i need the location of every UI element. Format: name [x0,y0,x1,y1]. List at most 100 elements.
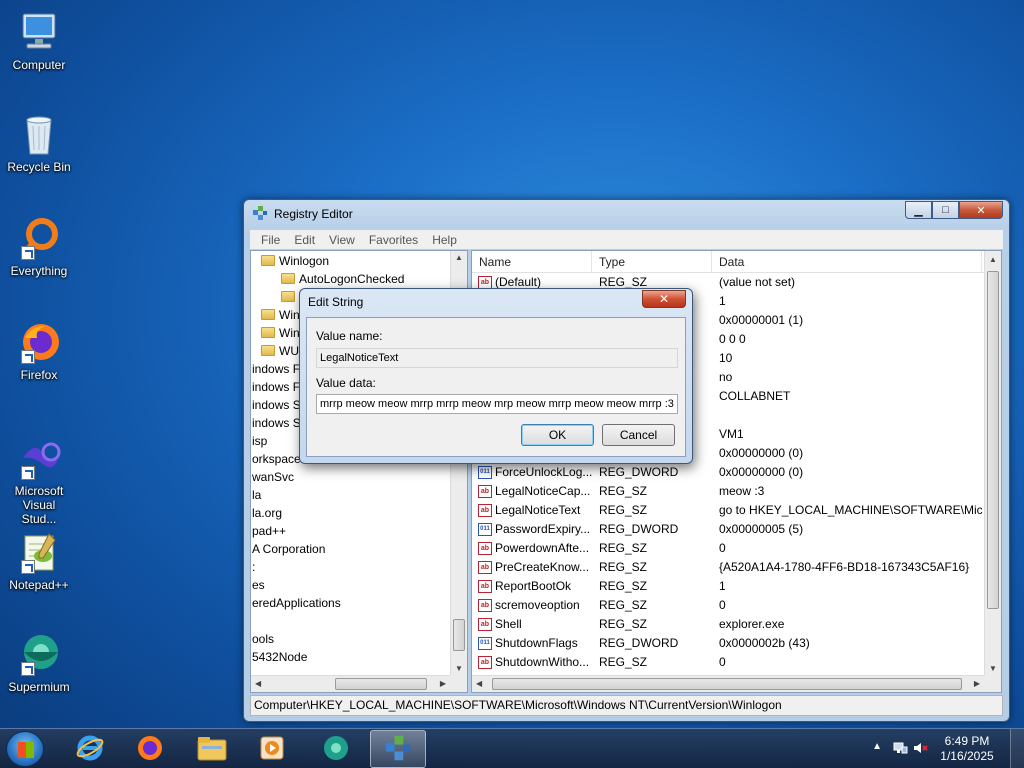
tree-hscroll-thumb[interactable] [335,678,427,690]
cancel-button[interactable]: Cancel [602,424,675,446]
scroll-down-icon[interactable]: ▼ [989,664,997,673]
taskbar: ▲ 6:49 PM 1/16/2025 [0,728,1024,768]
value-data: 0 [719,541,726,555]
tree-item[interactable]: wanSvc [251,468,450,486]
value-data [712,406,982,425]
close-button[interactable]: ✕ [959,201,1003,219]
minimize-button[interactable]: ▁ [905,201,932,219]
ok-button[interactable]: OK [521,424,594,446]
value-row[interactable]: ab PowerdownAfte... REG_SZ 0 [472,539,1001,558]
scroll-corner [984,675,1001,692]
values-scroll-thumb[interactable] [987,271,999,609]
start-button[interactable] [6,731,44,767]
show-desktop-button[interactable] [1010,729,1024,768]
value-row[interactable]: ab LegalNoticeText REG_SZ go to HKEY_LOCAL_… [472,501,1001,520]
column-header-data[interactable]: Data [712,251,982,272]
value-type: REG_SZ [599,598,648,612]
scroll-right-icon[interactable]: ▶ [440,679,446,688]
tree-item[interactable]: ools [251,630,450,648]
menu-favorites[interactable]: Favorites [362,233,425,247]
scroll-up-icon[interactable]: ▲ [455,253,463,262]
desktop-icon-label: Supermium [8,680,70,694]
tree-item-label: eredApplications [252,596,341,610]
column-header-name[interactable]: Name [472,251,592,272]
tree-item[interactable] [251,612,450,630]
menu-view[interactable]: View [322,233,362,247]
taskbar-media-player[interactable] [244,730,300,768]
taskbar-supermium[interactable] [308,730,364,768]
taskbar-internet-explorer[interactable] [62,730,118,768]
menu-bar: File Edit View Favorites Help [250,230,1003,249]
show-hidden-icons-icon[interactable]: ▲ [872,741,882,752]
taskbar-file-explorer[interactable] [184,730,240,768]
value-row[interactable]: ab ReportBootOk REG_SZ 1 [472,577,1001,596]
scroll-right-icon[interactable]: ▶ [974,679,980,688]
menu-edit[interactable]: Edit [287,233,322,247]
regedit-icon [384,734,412,765]
maximize-button[interactable]: □ [932,201,959,219]
value-data: no [719,370,733,384]
desktop-icon-visual-studio[interactable]: Microsoft Visual Stud... [4,434,74,526]
tree-item[interactable]: A Corporation [251,540,450,558]
desktop-icon-everything[interactable]: Everything [4,214,74,278]
column-header-type[interactable]: Type [592,251,712,272]
desktop-icon-recycle-bin[interactable]: Recycle Bin [4,110,74,174]
tree-item[interactable]: es [251,576,450,594]
title-bar[interactable]: Registry Editor [244,200,1009,228]
value-row[interactable]: ab PreCreateKnow... REG_SZ {A520A1A4-1780-4… [472,558,1001,577]
value-data: 0x00000005 (5) [719,522,804,536]
tree-item[interactable]: pad++ [251,522,450,540]
value-data-input[interactable]: mrrp meow meow mrrp mrrp meow mrp meow m… [316,394,678,414]
dialog-close-button[interactable]: ✕ [642,290,686,308]
values-hscroll-thumb[interactable] [492,678,962,690]
value-data: 0x00000001 (1) [719,313,804,327]
value-row[interactable]: ab LegalNoticeCap... REG_SZ meow :3 [472,482,1001,501]
value-row[interactable]: 011 ShutdownFlags REG_DWORD 0x0000002b (43) [472,634,1001,653]
value-data: 0x00000000 (0) [719,446,804,460]
firefox-icon [135,733,165,766]
scroll-down-icon[interactable]: ▼ [455,664,463,673]
values-horizontal-scrollbar[interactable]: ◀ ▶ [472,675,984,692]
tree-item[interactable]: eredApplications [251,594,450,612]
tree-item-label: indows S [252,398,301,412]
value-row[interactable]: ab scremoveoption REG_SZ 0 [472,596,1001,615]
taskbar-firefox[interactable] [122,730,178,768]
desktop-icon-firefox[interactable]: Firefox [4,318,74,382]
desktop-icon-notepadpp[interactable]: Notepad++ [4,528,74,592]
everything-search-icon [15,214,63,262]
edit-string-dialog[interactable]: Edit String ✕ Value name: LegalNoticeTex… [299,288,693,464]
supermium-icon [321,733,351,766]
tree-item[interactable]: AutoLogonChecked [251,270,450,288]
desktop-icon-computer[interactable]: Computer [4,8,74,72]
tree-horizontal-scrollbar[interactable]: ◀ ▶ [251,675,450,692]
value-row[interactable]: ab Shell REG_SZ explorer.exe [472,615,1001,634]
volume-muted-icon[interactable] [912,740,928,759]
desktop-icon-label: Microsoft Visual Stud... [14,484,64,526]
tree-item-label: : [252,560,256,574]
tree-item[interactable]: la.org [251,504,450,522]
network-icon[interactable] [892,740,908,759]
values-vertical-scrollbar[interactable]: ▲ ▼ [984,251,1001,675]
tree-item[interactable]: la [251,486,450,504]
menu-help[interactable]: Help [425,233,464,247]
folder-icon [281,273,295,284]
value-row[interactable]: 011 PasswordExpiry... REG_DWORD 0x00000005 … [472,520,1001,539]
folder-icon [281,291,295,302]
tree-item[interactable]: Winlogon [251,252,450,270]
tree-item[interactable]: : [251,558,450,576]
desktop-icon-supermium[interactable]: Supermium [4,630,74,694]
system-clock[interactable]: 6:49 PM 1/16/2025 [932,734,1002,764]
value-name: Shell [495,617,522,631]
tree-scroll-thumb[interactable] [453,619,465,651]
tree-item[interactable]: 5432Node [251,648,450,666]
computer-icon [15,8,63,56]
value-row[interactable]: 011 ForceUnlockLog... REG_DWORD 0x00000000 … [472,463,1001,482]
value-row[interactable]: ab ShutdownWitho... REG_SZ 0 [472,653,1001,672]
scroll-up-icon[interactable]: ▲ [989,255,997,264]
scroll-left-icon[interactable]: ◀ [476,679,482,688]
menu-file[interactable]: File [254,233,287,247]
scroll-left-icon[interactable]: ◀ [255,679,261,688]
value-name: ShutdownFlags [495,636,578,650]
value-name: LegalNoticeCap... [495,484,591,498]
taskbar-registry-editor[interactable] [370,730,426,768]
